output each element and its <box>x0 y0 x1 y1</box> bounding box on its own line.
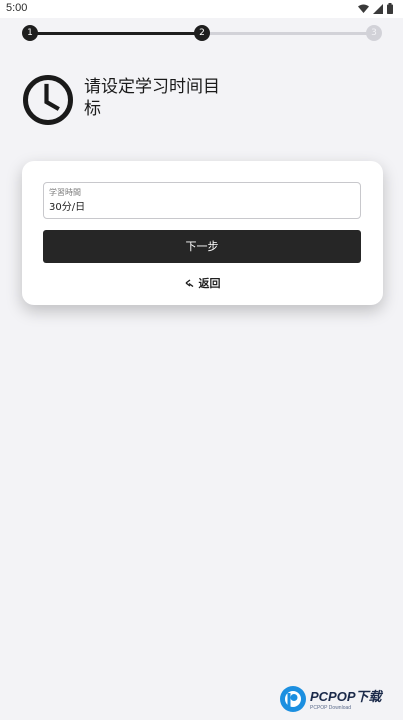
study-time-input[interactable] <box>49 200 349 211</box>
back-link[interactable]: 返回 <box>22 275 383 291</box>
step-1-indicator: 1 <box>22 25 38 41</box>
battery-icon <box>387 3 393 14</box>
signal-icon <box>373 3 383 14</box>
app-screen: 5:00 1 2 3 请设定学习时间目标 学習時間 30分/日 下一步 返回 P… <box>0 0 403 720</box>
step-2-indicator: 2 <box>194 25 210 41</box>
wifi-icon <box>358 4 369 13</box>
back-arrow-icon <box>185 279 193 287</box>
status-time: 5:00 <box>6 2 28 14</box>
watermark-text: PCPOP下载 <box>310 689 382 704</box>
status-bar: 5:00 <box>0 0 403 18</box>
page-header: 请设定学习时间目标 <box>22 74 382 130</box>
back-label: 返回 <box>198 277 221 290</box>
next-step-button[interactable]: 下一步 <box>43 230 361 263</box>
step-3-indicator: 3 <box>366 25 382 41</box>
watermark-subtext: PCPOP Download <box>310 705 352 711</box>
study-time-label: 学習時間 <box>49 188 81 197</box>
progress-stepper: 1 2 3 <box>20 24 384 42</box>
study-time-field[interactable]: 学習時間 <box>43 182 361 219</box>
stepper-line-completed <box>30 32 202 35</box>
pcpop-logo <box>280 686 306 712</box>
stepper-line-pending <box>202 32 374 35</box>
goal-form-card: 学習時間 下一步 返回 <box>22 161 383 305</box>
status-icons <box>358 3 393 14</box>
page-title: 请设定学习时间目标 <box>84 77 220 119</box>
pcpop-watermark: PCPOP下载 PCPOP Download <box>278 683 400 717</box>
clock-icon <box>23 75 73 125</box>
